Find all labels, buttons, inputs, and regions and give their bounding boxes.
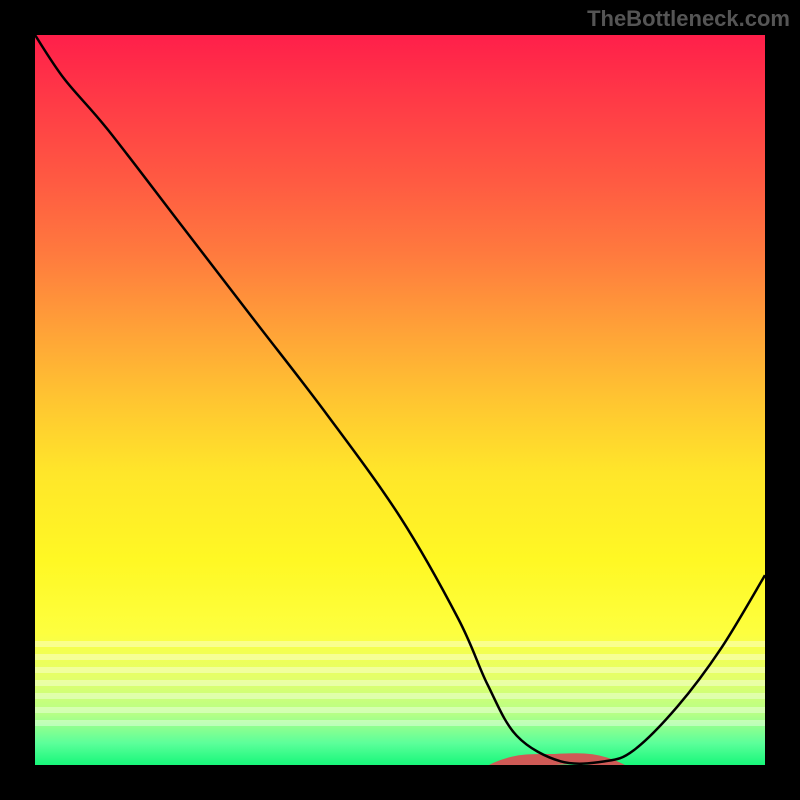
plot-area (35, 35, 765, 765)
watermark-text: TheBottleneck.com (587, 6, 790, 32)
curve-svg (35, 35, 765, 765)
bottleneck-curve (35, 35, 765, 764)
